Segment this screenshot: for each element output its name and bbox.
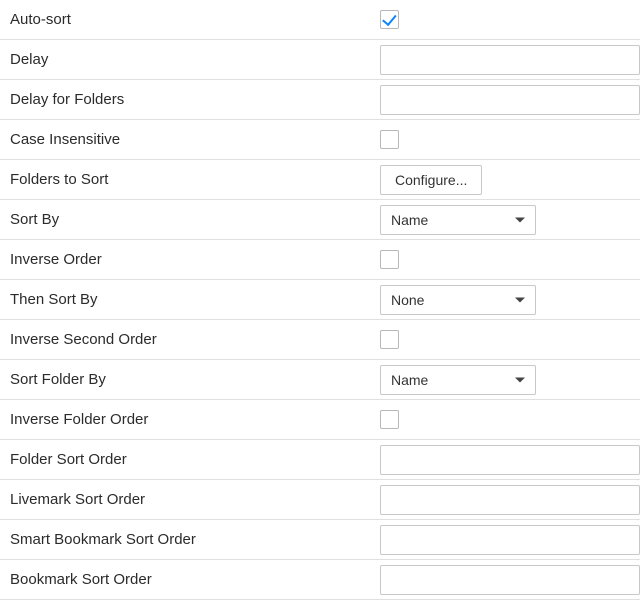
row-livemark-sort-order: Livemark Sort Order <box>0 480 640 520</box>
label-auto-sort: Auto-sort <box>0 11 380 28</box>
label-case-insensitive: Case Insensitive <box>0 131 380 148</box>
row-bookmark-sort-order: Bookmark Sort Order <box>0 560 640 600</box>
row-case-insensitive: Case Insensitive <box>0 120 640 160</box>
auto-sort-checkbox[interactable] <box>380 10 399 29</box>
label-folders-to-sort: Folders to Sort <box>0 171 380 188</box>
sort-folder-by-value: Name <box>391 372 428 388</box>
then-sort-by-select[interactable]: None <box>380 285 536 315</box>
delay-input[interactable] <box>380 45 640 75</box>
label-bookmark-sort-order: Bookmark Sort Order <box>0 571 380 588</box>
row-delay-folders: Delay for Folders <box>0 80 640 120</box>
label-delay-folders: Delay for Folders <box>0 91 380 108</box>
folder-sort-order-input[interactable] <box>380 445 640 475</box>
livemark-sort-order-input[interactable] <box>380 485 640 515</box>
inverse-second-order-checkbox[interactable] <box>380 330 399 349</box>
chevron-down-icon <box>515 297 525 302</box>
row-smart-bookmark-sort-order: Smart Bookmark Sort Order <box>0 520 640 560</box>
row-inverse-folder-order: Inverse Folder Order <box>0 400 640 440</box>
sort-folder-by-select[interactable]: Name <box>380 365 536 395</box>
label-smart-bookmark-sort-order: Smart Bookmark Sort Order <box>0 531 380 548</box>
row-sort-by: Sort By Name <box>0 200 640 240</box>
settings-table: Auto-sort Delay Delay for Folders Case I… <box>0 0 640 600</box>
bookmark-sort-order-input[interactable] <box>380 565 640 595</box>
label-sort-by: Sort By <box>0 211 380 228</box>
label-folder-sort-order: Folder Sort Order <box>0 451 380 468</box>
chevron-down-icon <box>515 377 525 382</box>
row-delay: Delay <box>0 40 640 80</box>
configure-button[interactable]: Configure... <box>380 165 482 195</box>
row-sort-folder-by: Sort Folder By Name <box>0 360 640 400</box>
sort-by-value: Name <box>391 212 428 228</box>
label-inverse-order: Inverse Order <box>0 251 380 268</box>
label-then-sort-by: Then Sort By <box>0 291 380 308</box>
row-inverse-second-order: Inverse Second Order <box>0 320 640 360</box>
row-then-sort-by: Then Sort By None <box>0 280 640 320</box>
chevron-down-icon <box>515 217 525 222</box>
label-inverse-folder-order: Inverse Folder Order <box>0 411 380 428</box>
label-sort-folder-by: Sort Folder By <box>0 371 380 388</box>
case-insensitive-checkbox[interactable] <box>380 130 399 149</box>
inverse-order-checkbox[interactable] <box>380 250 399 269</box>
label-inverse-second-order: Inverse Second Order <box>0 331 380 348</box>
row-inverse-order: Inverse Order <box>0 240 640 280</box>
label-delay: Delay <box>0 51 380 68</box>
delay-folders-input[interactable] <box>380 85 640 115</box>
sort-by-select[interactable]: Name <box>380 205 536 235</box>
row-folder-sort-order: Folder Sort Order <box>0 440 640 480</box>
inverse-folder-order-checkbox[interactable] <box>380 410 399 429</box>
smart-bookmark-sort-order-input[interactable] <box>380 525 640 555</box>
then-sort-by-value: None <box>391 292 424 308</box>
label-livemark-sort-order: Livemark Sort Order <box>0 491 380 508</box>
row-auto-sort: Auto-sort <box>0 0 640 40</box>
row-folders-to-sort: Folders to Sort Configure... <box>0 160 640 200</box>
